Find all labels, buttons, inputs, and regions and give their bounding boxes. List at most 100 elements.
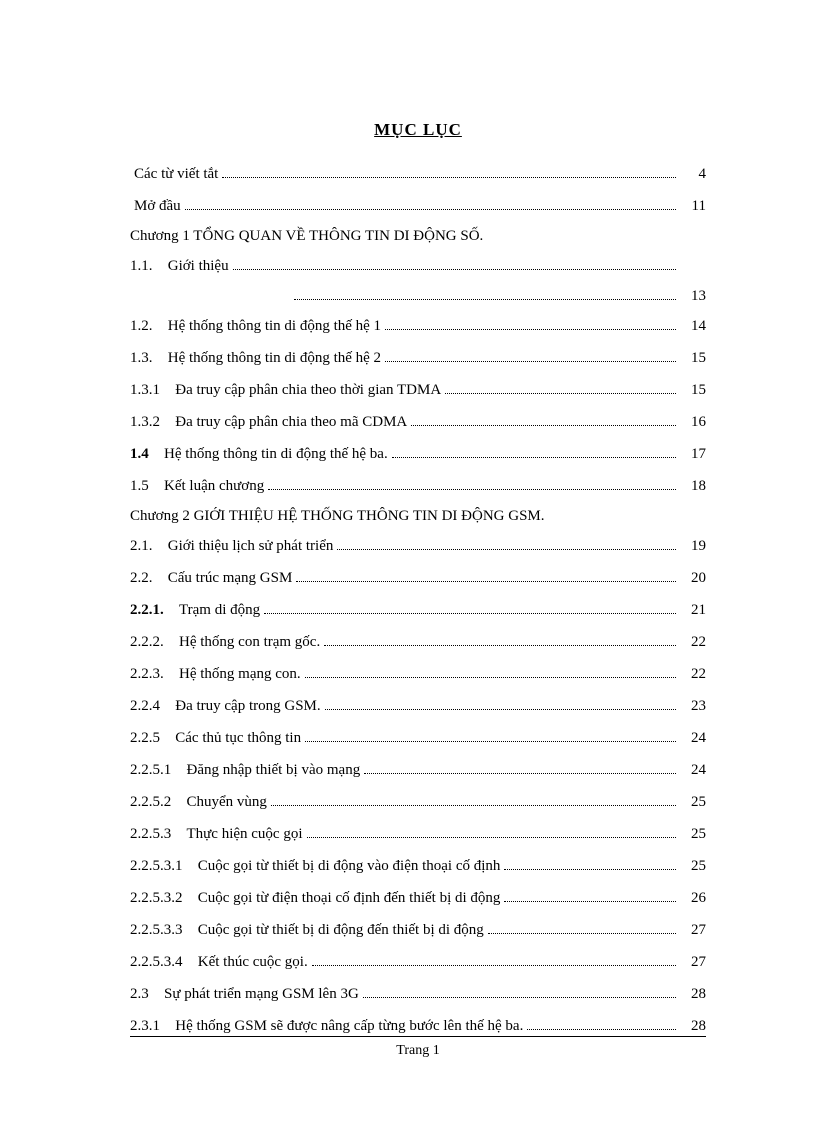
toc-entry: 2.1. Giới thiệu lịch sử phát triển 19: [130, 536, 706, 557]
toc-page-number: 23: [680, 696, 706, 717]
toc-entry-title: Hệ thống thông tin di động thế hệ 1: [168, 316, 381, 337]
toc-page-number: 25: [680, 856, 706, 877]
table-of-contents: Các từ viết tắt 4 Mở đầu11 Chương 1 TỔNG QU…: [130, 164, 706, 1037]
toc-entry: 1.3. Hệ thống thông tin di động thế hệ 2…: [130, 348, 706, 369]
toc-entry: Mở đầu11: [130, 196, 706, 217]
toc-entry-number: 1.3.2: [130, 412, 160, 433]
toc-entry: 2.2.3. Hệ thống mạng con.22: [130, 664, 706, 685]
footer-page-number: Trang 1: [130, 1043, 706, 1059]
toc-entry-title: Cuộc gọi từ thiết bị di động vào điện th…: [198, 856, 501, 877]
toc-entry: 2.2.5 Các thủ tục thông tin24: [130, 728, 706, 749]
toc-leader-dots: [271, 805, 676, 806]
toc-entry-title: Đa truy cập trong GSM.: [175, 696, 320, 717]
toc-entry-number: 2.2.1.: [130, 600, 164, 621]
toc-entry-number: 2.3: [130, 984, 149, 1005]
toc-entry-title: Kết thúc cuộc gọi.: [198, 952, 308, 973]
toc-page-number: 28: [680, 1016, 706, 1037]
toc-entry-title: Các thủ tục thông tin: [175, 728, 301, 749]
toc-entry: 2.3 Sự phát triển mạng GSM lên 3G 28: [130, 984, 706, 1005]
toc-entry-number: 2.2.5.1: [130, 760, 171, 781]
toc-entry-title: Hệ thống mạng con.: [179, 664, 301, 685]
toc-entry-number: 2.2.5.3.4: [130, 952, 183, 973]
toc-entry-title: Hệ thống thông tin di động thế hệ ba.: [164, 444, 388, 465]
toc-entry: 2.2.1. Trạm di động 21: [130, 600, 706, 621]
toc-leader-dots: [504, 901, 676, 902]
toc-page-number: 24: [680, 728, 706, 749]
toc-entry-number: 2.2.5.3: [130, 824, 171, 845]
toc-entry: 2.2.2. Hệ thống con trạm gốc.22: [130, 632, 706, 653]
toc-entry-title: Hệ thống GSM sẽ được nâng cấp từng bước …: [175, 1016, 523, 1037]
toc-leader-dots: [268, 489, 676, 490]
toc-entry-number: 1.2.: [130, 316, 153, 337]
toc-entry-number: 1.4: [130, 444, 149, 465]
toc-page-number: 19: [680, 536, 706, 557]
toc-entry: 2.2.5.2 Chuyển vùng 25: [130, 792, 706, 813]
toc-leader-dots: [411, 425, 676, 426]
toc-entry-title: Sự phát triển mạng GSM lên 3G: [164, 984, 359, 1005]
toc-page-number: 20: [680, 568, 706, 589]
toc-entry: 2.2.5.3.2 Cuộc gọi từ điện thoại cố định…: [130, 888, 706, 909]
toc-leader-dots: [305, 677, 676, 678]
toc-entry-title: Cấu trúc mạng GSM: [168, 568, 293, 589]
toc-entry-title: Trạm di động: [179, 600, 260, 621]
toc-page-number: 22: [680, 632, 706, 653]
toc-entry-title: Đăng nhập thiết bị vào mạng: [187, 760, 361, 781]
toc-entry-title: Đa truy cập phân chia theo mã CDMA: [175, 412, 407, 433]
toc-leader-dots: [364, 773, 676, 774]
toc-leader-dots: [296, 581, 676, 582]
toc-chapter-heading: Chương 1 TỔNG QUAN VỀ THÔNG TIN DI ĐỘNG …: [130, 228, 706, 245]
toc-page-number: 21: [680, 600, 706, 621]
toc-entry: 1.2. Hệ thống thông tin di động thế hệ 1…: [130, 316, 706, 337]
toc-leader-dots: [385, 329, 676, 330]
toc-page-number: 22: [680, 664, 706, 685]
toc-page-number: 14: [680, 316, 706, 337]
toc-page-number: 27: [680, 920, 706, 941]
toc-chapter-heading: Chương 2 GIỚI THIỆU HỆ THỐNG THÔNG TIN D…: [130, 508, 706, 525]
toc-entry: 2.2.5.1 Đăng nhập thiết bị vào mạng 24: [130, 760, 706, 781]
toc-page-number: 28: [680, 984, 706, 1005]
toc-entry-number: 2.1.: [130, 536, 153, 557]
toc-page-number: 25: [680, 792, 706, 813]
toc-entry: 1.5 Kết luận chương18: [130, 476, 706, 497]
toc-leader-dots: [307, 837, 676, 838]
toc-entry: 1.1. Giới thiệu: [130, 256, 706, 277]
toc-entry: Các từ viết tắt 4: [130, 164, 706, 185]
toc-leader-dots: [233, 269, 676, 270]
toc-page-number: 18: [680, 476, 706, 497]
toc-page-number: 4: [680, 164, 706, 185]
toc-page-number: 17: [680, 444, 706, 465]
toc-entry: 1.4 Hệ thống thông tin di động thế hệ ba…: [130, 444, 706, 465]
toc-entry-title: Thực hiện cuộc gọi: [187, 824, 303, 845]
toc-entry: 2.2.5.3.3 Cuộc gọi từ thiết bị di động đ…: [130, 920, 706, 941]
toc-entry-title: Các từ viết tắt: [134, 164, 218, 185]
toc-entry-title: Hệ thống thông tin di động thế hệ 2: [168, 348, 381, 369]
toc-leader-dots: [305, 741, 676, 742]
toc-entry-number: 2.2.4: [130, 696, 160, 717]
toc-leader-dots: [222, 177, 676, 178]
toc-entry: 1.3.1 Đa truy cập phân chia theo thời gi…: [130, 380, 706, 401]
toc-entry-number: 2.2.5.2: [130, 792, 171, 813]
toc-page-number: 16: [680, 412, 706, 433]
toc-entry-title: Chuyển vùng: [187, 792, 267, 813]
toc-page-number: 15: [680, 348, 706, 369]
toc-entry: 2.2.4 Đa truy cập trong GSM. 23: [130, 696, 706, 717]
toc-entry-title: Giới thiệu lịch sử phát triển: [168, 536, 334, 557]
toc-entry-number: 2.2.: [130, 568, 153, 589]
toc-entry: 1.3.2 Đa truy cập phân chia theo mã CDMA…: [130, 412, 706, 433]
toc-page-number: 25: [680, 824, 706, 845]
toc-leader-dots: [294, 299, 676, 300]
toc-entry: 2.2.5.3.4 Kết thúc cuộc gọi.27: [130, 952, 706, 973]
toc-continuation-line: 13: [130, 288, 706, 305]
toc-leader-dots: [185, 209, 676, 210]
toc-entry: 2.2. Cấu trúc mạng GSM 20: [130, 568, 706, 589]
toc-leader-dots: [488, 933, 676, 934]
toc-entry-title: Giới thiệu: [168, 256, 229, 277]
toc-entry-title: Kết luận chương: [164, 476, 264, 497]
toc-entry: 2.3.1 Hệ thống GSM sẽ được nâng cấp từng…: [130, 1016, 706, 1037]
page-footer: Trang 1: [130, 1036, 706, 1059]
toc-leader-dots: [392, 457, 676, 458]
toc-page-number: 24: [680, 760, 706, 781]
toc-entry-number: 2.2.5.3.1: [130, 856, 183, 877]
toc-entry-title: Cuộc gọi từ thiết bị di động đến thiết b…: [198, 920, 484, 941]
toc-page-number: 13: [680, 288, 706, 305]
